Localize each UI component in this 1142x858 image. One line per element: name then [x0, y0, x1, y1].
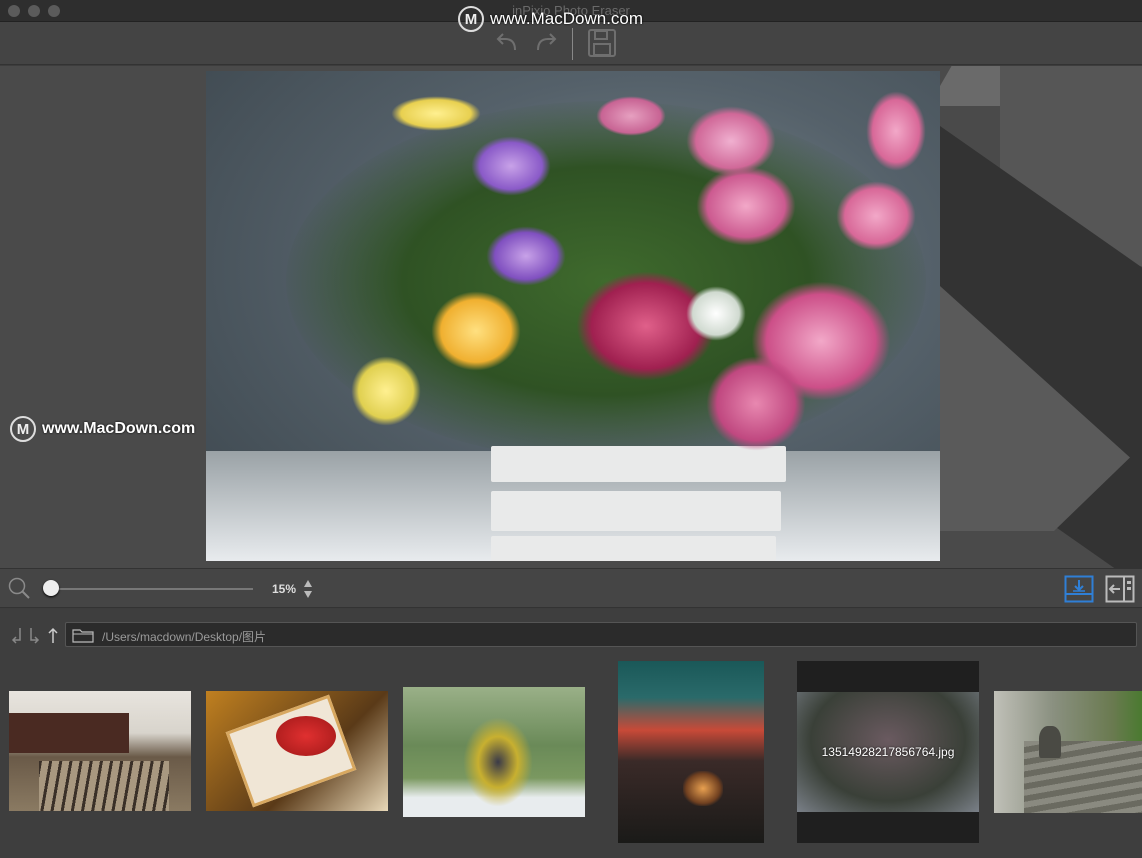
- photo-flower: [351, 356, 421, 426]
- photo-flower: [706, 356, 806, 451]
- photo-flower: [596, 96, 666, 136]
- photo-flower: [391, 96, 481, 131]
- redo-button[interactable]: [530, 28, 560, 58]
- path-text: /Users/macdown/Desktop/图片: [102, 630, 267, 644]
- main-photo[interactable]: [206, 71, 940, 561]
- photo-flower: [866, 91, 926, 171]
- undo-icon: [496, 33, 516, 51]
- thumbnail-detail: [276, 716, 336, 756]
- watermark-text: www.MacDown.com: [490, 9, 644, 28]
- thumbnail-sunset-jar[interactable]: [618, 661, 764, 843]
- side-panel-button[interactable]: [1105, 575, 1135, 603]
- photo-crate: [491, 536, 776, 561]
- photo-crate: [491, 446, 786, 482]
- zoom-slider-thumb[interactable]: [43, 580, 59, 596]
- file-browser: /Users/macdown/Desktop/图片 13514928217856…: [0, 609, 1142, 858]
- thumbnail-flower-vase[interactable]: 13514928217856764.jpg: [797, 661, 979, 843]
- side-panel-icon: [1105, 575, 1135, 603]
- thumbnail-detail: [463, 717, 533, 807]
- zoom-value: 15%: [272, 582, 297, 596]
- photo-crate: [491, 491, 781, 531]
- photo-flower: [696, 166, 796, 246]
- zoom-bar: 15%: [0, 568, 1142, 608]
- folder-icon: [72, 629, 94, 643]
- up-arrow-icon[interactable]: [46, 626, 60, 644]
- photo-flower: [686, 106, 776, 176]
- save-icon: [588, 29, 616, 57]
- photo-flower: [471, 136, 551, 196]
- watermark-left: M www.MacDown.com: [10, 416, 195, 442]
- macdown-logo-icon: M: [458, 6, 484, 32]
- thumbnail-alley-path[interactable]: [994, 691, 1142, 813]
- magnifier-icon[interactable]: [8, 577, 30, 599]
- thumbnail-detail: [9, 713, 129, 753]
- undo-button[interactable]: [493, 28, 523, 58]
- photo-flower: [431, 291, 521, 371]
- macdown-logo-icon: M: [10, 416, 36, 442]
- thumbnail-caption: 13514928217856764.jpg: [821, 745, 955, 759]
- toolbar-separator: [572, 28, 573, 60]
- thumbnail-detail: [39, 761, 169, 811]
- photo-flower: [686, 286, 746, 341]
- forward-arrow-icon[interactable]: [28, 626, 42, 644]
- photo-flower: [486, 226, 566, 286]
- photo-flower: [836, 181, 916, 251]
- watermark-top: M www.MacDown.com: [458, 6, 643, 32]
- path-bar[interactable]: /Users/macdown/Desktop/图片: [65, 622, 1137, 647]
- image-canvas[interactable]: [0, 66, 1142, 568]
- app-window: inPixio Photo Eraser M www.MacDown.com M…: [0, 0, 1142, 858]
- download-view-button[interactable]: [1064, 575, 1094, 603]
- thumbnail-kids-playing[interactable]: [403, 687, 585, 817]
- thumbnail-gift-box[interactable]: [206, 691, 388, 811]
- save-button[interactable]: [587, 28, 617, 58]
- zoom-slider-track[interactable]: [44, 588, 253, 590]
- watermark-text: www.MacDown.com: [42, 420, 196, 437]
- thumbnail-detail: [1039, 726, 1061, 758]
- thumbnail-train-tracks[interactable]: [9, 691, 191, 811]
- back-arrow-icon[interactable]: [10, 626, 24, 644]
- thumbnail-detail: [683, 771, 723, 806]
- redo-icon: [537, 33, 557, 51]
- zoom-stepper-icon[interactable]: [303, 579, 313, 599]
- download-panel-icon: [1064, 575, 1094, 603]
